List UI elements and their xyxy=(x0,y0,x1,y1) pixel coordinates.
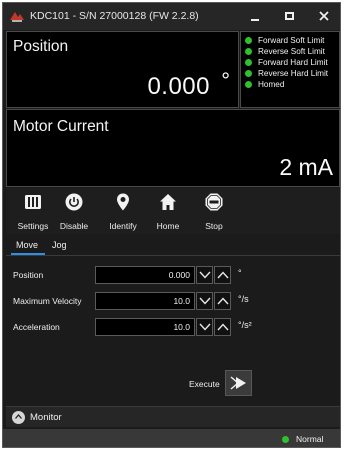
settings-icon xyxy=(25,195,41,209)
max-velocity-increment-button[interactable] xyxy=(214,292,231,310)
status-led-icon xyxy=(245,58,252,66)
max-velocity-field-row: Maximum Velocity °/s xyxy=(6,292,340,310)
max-velocity-field-label: Maximum Velocity xyxy=(13,296,82,306)
status-led-icon xyxy=(245,80,252,88)
limit-status-panel: Forward Soft Limit Reverse Soft Limit Fo… xyxy=(240,31,340,108)
limit-indicator: Homed xyxy=(245,79,284,89)
limit-indicator: Forward Hard Limit xyxy=(245,57,328,67)
position-decrement-button[interactable] xyxy=(196,266,213,284)
monitor-toggle-button[interactable] xyxy=(12,411,25,424)
limit-label: Homed xyxy=(258,79,285,89)
window-title: KDC101 - S/N 27000128 (FW 2.2.8) xyxy=(30,10,199,22)
status-text: Normal xyxy=(296,434,324,444)
position-value: 0.000 xyxy=(147,73,210,100)
minimize-button[interactable] xyxy=(240,3,270,30)
maximize-icon xyxy=(285,12,294,20)
settings-button[interactable]: Settings xyxy=(13,190,53,232)
status-led-icon xyxy=(245,47,252,55)
close-button[interactable] xyxy=(309,3,339,30)
limit-indicator: Reverse Soft Limit xyxy=(245,46,325,56)
minimize-icon xyxy=(251,19,259,21)
acceleration-field-label: Acceleration xyxy=(13,322,60,332)
position-field-row: Position ° xyxy=(6,266,340,284)
acceleration-input[interactable] xyxy=(95,318,195,336)
tab-jog[interactable]: Jog xyxy=(52,240,67,250)
execute-label: Execute xyxy=(189,379,220,389)
position-input[interactable] xyxy=(95,266,195,284)
limit-indicator: Forward Soft Limit xyxy=(245,35,324,45)
motor-current-display: Motor Current 2 mA xyxy=(6,109,340,187)
play-icon xyxy=(230,376,246,390)
stop-label: Stop xyxy=(205,221,223,231)
max-velocity-unit-label: °/s xyxy=(238,294,249,304)
acceleration-increment-button[interactable] xyxy=(214,318,231,336)
monitor-label: Monitor xyxy=(30,412,62,423)
limit-label: Forward Hard Limit xyxy=(258,57,328,67)
position-field-label: Position xyxy=(13,270,44,280)
chevron-down-icon xyxy=(198,297,211,305)
home-button[interactable]: Home xyxy=(148,190,188,232)
power-icon xyxy=(65,193,83,211)
execute-button[interactable] xyxy=(225,370,252,396)
position-unit-label: ° xyxy=(238,268,242,278)
disable-button[interactable]: Disable xyxy=(54,190,94,232)
acceleration-unit-label: °/s² xyxy=(238,320,252,330)
home-icon xyxy=(160,194,176,210)
limit-label: Reverse Soft Limit xyxy=(258,46,325,56)
status-led-icon xyxy=(282,436,289,443)
home-label: Home xyxy=(156,221,180,231)
limit-label: Reverse Hard Limit xyxy=(258,68,329,78)
position-increment-button[interactable] xyxy=(214,266,231,284)
tab-move[interactable]: Move xyxy=(16,240,38,250)
status-led-icon xyxy=(245,69,252,77)
title-bar[interactable]: KDC101 - S/N 27000128 (FW 2.2.8) xyxy=(3,3,340,30)
monitor-expander[interactable]: Monitor xyxy=(6,406,340,427)
close-icon xyxy=(319,11,329,21)
chevron-down-icon xyxy=(198,271,211,279)
status-led-icon xyxy=(245,36,252,44)
position-label: Position xyxy=(13,38,69,55)
chevron-up-icon xyxy=(216,297,229,305)
limit-label: Forward Soft Limit xyxy=(258,35,325,45)
tab-divider xyxy=(6,255,340,256)
identify-button[interactable]: Identify xyxy=(103,190,143,232)
map-pin-icon xyxy=(117,193,129,211)
max-velocity-input[interactable] xyxy=(95,292,195,310)
position-unit: ° xyxy=(221,68,230,93)
position-display: Position 0.000 ° xyxy=(6,31,239,108)
tab-strip: Move Jog xyxy=(6,238,340,258)
app-logo-icon xyxy=(9,9,25,23)
limit-indicator: Reverse Hard Limit xyxy=(245,68,328,78)
motor-current-label: Motor Current xyxy=(13,118,109,135)
chevron-up-icon xyxy=(15,414,22,419)
acceleration-decrement-button[interactable] xyxy=(196,318,213,336)
maximize-button[interactable] xyxy=(275,3,305,30)
chevron-up-icon xyxy=(216,323,229,331)
max-velocity-decrement-button[interactable] xyxy=(196,292,213,310)
app-window: KDC101 - S/N 27000128 (FW 2.2.8) Positio… xyxy=(2,2,341,448)
toolbar: Settings Disable Identify Home Stop xyxy=(6,188,340,234)
stop-sign-icon xyxy=(205,193,223,211)
status-bar: Normal xyxy=(3,429,340,447)
motor-current-value: 2 mA xyxy=(279,154,333,180)
acceleration-field-row: Acceleration °/s² xyxy=(6,318,340,336)
chevron-down-icon xyxy=(198,323,211,331)
disable-label: Disable xyxy=(59,221,89,231)
chevron-up-icon xyxy=(216,271,229,279)
stop-button[interactable]: Stop xyxy=(194,190,234,232)
